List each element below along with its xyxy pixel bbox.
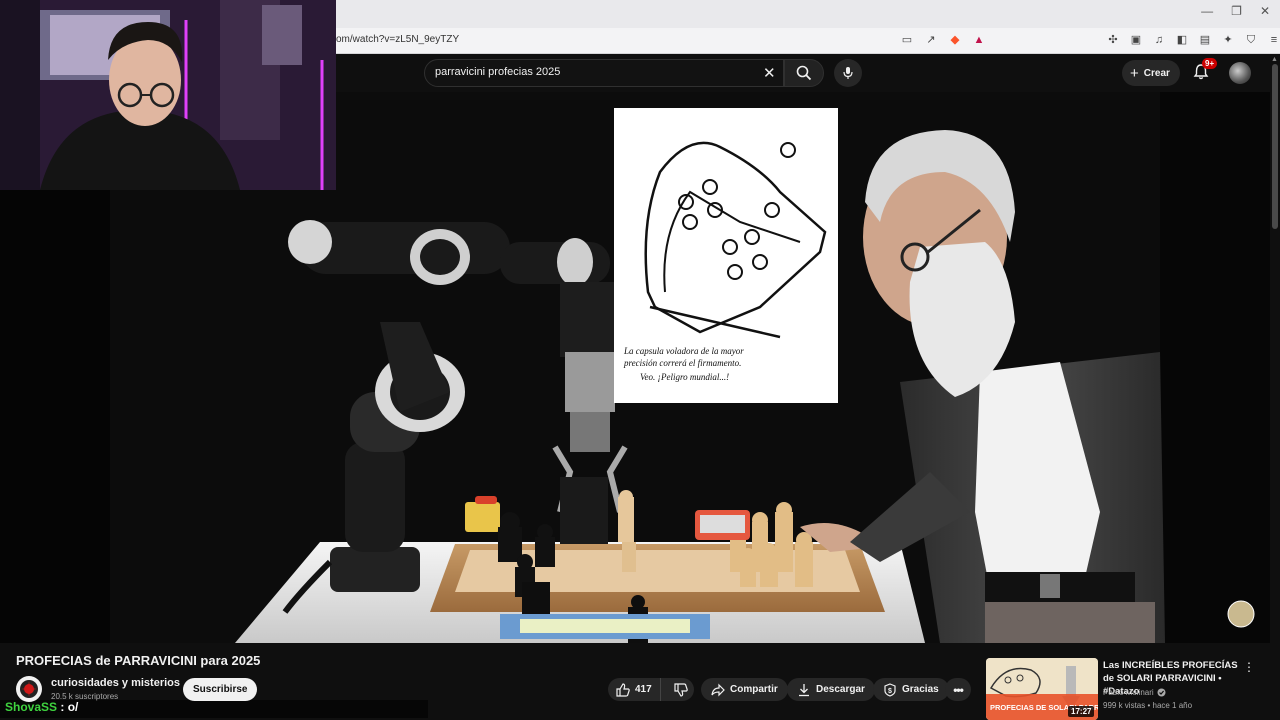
chat-username: ShovaSS — [5, 700, 58, 714]
restore-icon[interactable]: ❐ — [1231, 4, 1242, 18]
brave-rewards-icon[interactable]: ▲ — [972, 33, 986, 47]
window-controls: — ❐ ✕ — [1201, 4, 1270, 18]
clear-search-icon[interactable]: ✕ — [763, 64, 776, 82]
like-dislike-group: 417 — [608, 678, 694, 701]
sketch-caption-line-1: La capsula voladora de la mayor — [623, 346, 744, 356]
share-page-icon[interactable]: ↗ — [924, 33, 938, 47]
streamer-webcam — [0, 0, 336, 190]
video-title: PROFECIAS de PARRAVICINI para 2025 — [16, 653, 261, 668]
video-duration-badge: 17:27 — [1068, 706, 1095, 717]
create-button[interactable]: + Crear — [1122, 60, 1180, 86]
thumbs-down-icon — [674, 682, 688, 697]
scrollbar-thumb[interactable] — [1272, 64, 1278, 229]
plus-icon: + — [1130, 64, 1139, 82]
search-input[interactable]: parravicini profecias 2025 ✕ — [424, 59, 784, 87]
channel-logo-icon — [20, 680, 38, 698]
prophecy-sketch: La capsula voladora de la mayor precisió… — [614, 108, 838, 403]
leo-ai-icon[interactable]: ✦ — [1221, 33, 1235, 47]
notifications-badge: 9+ — [1202, 58, 1218, 69]
channel-watermark[interactable] — [1227, 600, 1255, 628]
vpn-icon[interactable]: ⛉ — [1244, 33, 1258, 47]
menu-icon[interactable]: ≡ — [1267, 33, 1280, 47]
more-dots-icon: ••• — [953, 682, 964, 697]
share-label: Compartir — [730, 684, 778, 695]
search-query[interactable]: parravicini profecias 2025 — [435, 66, 560, 78]
brave-shields-icon[interactable]: ◆ — [948, 33, 962, 47]
voice-search-button[interactable] — [834, 59, 862, 87]
search-button[interactable] — [784, 59, 824, 87]
more-actions-button[interactable]: ••• — [945, 678, 971, 701]
recommended-video-menu-icon[interactable]: ⋮ — [1243, 660, 1255, 674]
microphone-icon — [843, 67, 853, 79]
recommended-channel[interactable]: Pablo Molinari — [1103, 688, 1166, 697]
sketch-caption-line-3: Veo. ¡Peligro mundial...! — [640, 372, 729, 382]
media-icon[interactable]: ♫ — [1152, 33, 1166, 47]
url-text[interactable]: om/watch?v=zL5N_9eyTZY — [336, 34, 459, 45]
minimize-icon[interactable]: — — [1201, 4, 1213, 18]
subscriber-count: 20.5 k suscriptores — [51, 692, 119, 701]
share-button[interactable]: Compartir — [701, 678, 788, 701]
share-icon — [711, 683, 725, 696]
sidebar-icon[interactable]: ◧ — [1175, 33, 1189, 47]
stream-chat-message: ShovaSS : o/ — [0, 700, 428, 718]
download-label: Descargar — [816, 684, 865, 695]
recommended-channel-name: Pablo Molinari — [1103, 688, 1154, 697]
cast-icon[interactable]: ▭ — [900, 33, 914, 47]
like-button[interactable]: 417 — [608, 678, 661, 701]
channel-avatar[interactable] — [16, 676, 42, 702]
close-window-icon[interactable]: ✕ — [1260, 4, 1270, 18]
chat-text: : o/ — [60, 700, 79, 714]
account-avatar[interactable] — [1229, 62, 1251, 84]
thumbs-up-icon — [616, 682, 630, 697]
thanks-label: Gracias — [902, 684, 939, 695]
subscribe-button[interactable]: Suscribirse — [183, 678, 258, 701]
create-label: Crear — [1143, 67, 1170, 79]
search-icon — [796, 65, 812, 81]
svg-text:$: $ — [888, 688, 892, 695]
download-icon — [799, 683, 809, 696]
webcam-scene — [0, 0, 336, 190]
recommended-video-meta: 999 k vistas • hace 1 año — [1103, 701, 1193, 710]
sketch-caption-line-2: precisión correrá el firmamento. — [623, 358, 741, 368]
dislike-button[interactable] — [666, 678, 696, 701]
screenshot-icon[interactable]: ▣ — [1129, 33, 1143, 47]
wallet-icon[interactable]: ▤ — [1198, 33, 1212, 47]
channel-name[interactable]: curiosidades y misterios — [51, 677, 180, 689]
super-thanks-icon: $ — [884, 682, 896, 697]
verified-badge-icon — [1157, 688, 1166, 697]
thanks-button[interactable]: $ Gracias — [873, 678, 949, 701]
scroll-up-icon[interactable]: ▲ — [1271, 56, 1278, 63]
extensions-icon[interactable]: ✣ — [1106, 33, 1120, 47]
download-button[interactable]: Descargar — [787, 678, 875, 701]
like-count: 417 — [635, 684, 652, 695]
